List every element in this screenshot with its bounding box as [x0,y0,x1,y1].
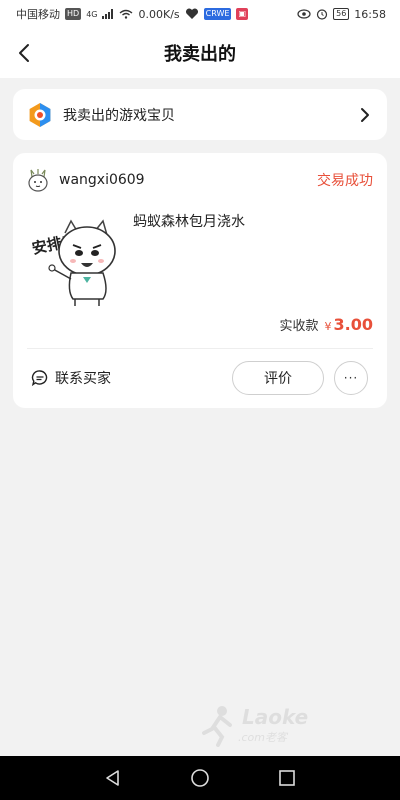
triangle-back-icon [106,770,120,786]
clock: 16:58 [354,7,386,21]
product-title[interactable]: 蚂蚁森林包月浇水 [133,211,245,231]
watermark-subtext: .com老客 [238,731,287,744]
square-recents-icon [278,770,295,786]
nav-home-button[interactable] [186,764,214,792]
circle-home-icon [191,769,209,787]
eye-icon [297,9,311,19]
alarm-icon [317,9,328,20]
app-notification-icon: ▣ [236,8,248,20]
back-button[interactable] [8,37,40,69]
watermark-logo: Laoke .com老客 [198,700,358,750]
contact-buyer-label: 联系买家 [55,371,111,387]
order-header: wangxi0609 交易成功 [27,167,373,193]
nav-back-button[interactable] [99,764,127,792]
status-left: 中国移动 HD 4G 0.00K/s CRWE ▣ [16,6,248,22]
signal-icon [102,9,114,19]
wifi-icon [120,9,133,19]
more-options-button[interactable]: ··· [334,361,368,395]
sold-games-label: 我卖出的游戏宝贝 [63,107,175,124]
battery-indicator: 56 [333,8,350,20]
carrier-name: 中国移动 [16,8,60,21]
divider [27,348,373,349]
heart-monitor-icon [185,8,198,19]
review-button[interactable]: 评价 [232,361,324,395]
status-right: 56 16:58 [297,8,386,21]
runner-logo-icon [202,706,232,747]
price-value: 3.00 [333,315,373,334]
status-bar: 中国移动 HD 4G 0.00K/s CRWE ▣ 56 16:58 [0,0,400,28]
sold-games-entry[interactable]: 我卖出的游戏宝贝 [13,89,387,140]
buyer-username[interactable]: wangxi0609 [59,172,317,188]
price-currency: ¥ [324,320,332,333]
chat-bubble-icon [31,370,48,387]
nav-recents-button[interactable] [273,764,301,792]
chevron-left-icon [19,44,29,62]
signal-type: 4G [86,9,98,19]
page-title: 我卖出的 [164,44,236,65]
watermark-text: Laoke [242,705,309,729]
price-label: 实收款 [279,319,319,334]
order-card: wangxi0609 交易成功 安排! 蚂蚁森林包月浇水 实收款 ¥ 3.00 [13,153,387,408]
user-avatar[interactable] [27,168,49,192]
game-logo-icon [29,102,51,127]
hd-badge: HD [65,8,82,20]
system-nav-bar [0,756,400,800]
order-status: 交易成功 [317,173,373,189]
network-speed: 0.00K/s [138,7,180,21]
product-image[interactable]: 安排! [27,211,131,311]
page-header: 我卖出的 [0,28,400,78]
app-notification-badge: CRWE [203,8,232,20]
price-row: 实收款 ¥ 3.00 [280,315,374,334]
contact-buyer-button[interactable]: 联系买家 [31,364,111,392]
chevron-right-icon [361,107,369,122]
